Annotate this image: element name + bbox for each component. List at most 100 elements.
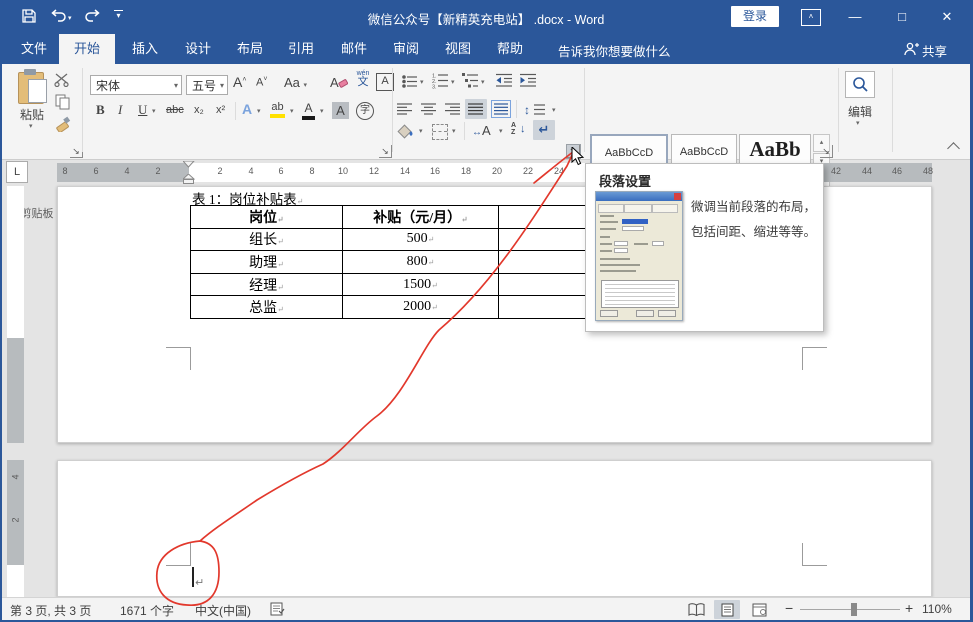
vertical-ruler-page2-text[interactable]: [7, 565, 24, 597]
svg-text:A: A: [330, 75, 339, 90]
numbering-dropdown-icon[interactable]: ▾: [451, 78, 455, 86]
title-bar: ▾ ▾ 微信公众号【新精英充电站】 .docx - Word 登录 ˄ — □ …: [2, 0, 970, 34]
underline-dropdown-icon[interactable]: ▾: [152, 107, 156, 115]
line-spacing-dropdown-icon[interactable]: ▾: [552, 106, 556, 114]
ribbon-tab-row: 文件 开始 插入 设计 布局 引用 邮件 审阅 视图 帮助 告诉我你想要做什么 …: [2, 34, 970, 64]
print-layout-icon-active[interactable]: [714, 600, 740, 619]
sort-icon[interactable]: A Z ↓: [511, 122, 527, 136]
justify-button-active[interactable]: [465, 99, 487, 119]
numbering-icon[interactable]: 1.2.3.: [432, 72, 449, 89]
tab-file[interactable]: 文件: [12, 34, 56, 64]
vertical-ruler-text-area[interactable]: [7, 186, 24, 338]
editing-group-button[interactable]: 编辑: [842, 103, 878, 120]
tab-home[interactable]: 开始: [59, 34, 115, 64]
line-spacing-icon[interactable]: ↕: [524, 101, 546, 119]
font-color-button[interactable]: A: [302, 101, 315, 120]
editing-dropdown-icon[interactable]: ▾: [856, 119, 860, 127]
strikethrough-button[interactable]: abc: [166, 104, 184, 116]
find-button[interactable]: [845, 71, 875, 98]
zoom-level[interactable]: 110%: [922, 602, 952, 616]
multilevel-list-icon[interactable]: [462, 72, 479, 89]
collapse-ribbon-icon[interactable]: [947, 142, 960, 155]
text-effects-button[interactable]: A: [242, 101, 252, 117]
page-indicator[interactable]: 第 3 页, 共 3 页: [10, 602, 91, 619]
increase-indent-icon[interactable]: [520, 73, 537, 88]
paste-button[interactable]: 粘贴 ▾: [16, 70, 52, 130]
highlight-dropdown-icon[interactable]: ▾: [290, 107, 294, 115]
superscript-button[interactable]: x²: [216, 104, 225, 116]
tab-layout[interactable]: 布局: [226, 34, 274, 64]
character-shading-button[interactable]: A: [332, 102, 349, 119]
borders-dropdown-icon[interactable]: ▾: [452, 127, 456, 135]
change-case-button[interactable]: Aa ▾: [284, 75, 307, 90]
phonetic-guide-button[interactable]: wén 文: [354, 70, 372, 88]
align-right-icon[interactable]: [445, 103, 461, 115]
highlight-button[interactable]: ab: [270, 101, 285, 118]
zoom-out-button[interactable]: −: [785, 600, 793, 616]
bullets-icon[interactable]: [402, 75, 418, 88]
bold-button[interactable]: B: [96, 102, 105, 118]
clear-formatting-icon[interactable]: A: [330, 74, 348, 90]
bullets-dropdown-icon[interactable]: ▾: [420, 78, 424, 86]
copy-icon[interactable]: [55, 94, 71, 110]
share-button[interactable]: 共享: [922, 41, 947, 60]
page-2[interactable]: [57, 460, 932, 597]
text-effects-dropdown-icon[interactable]: ▾: [257, 107, 261, 115]
multilevel-dropdown-icon[interactable]: ▾: [481, 78, 485, 86]
italic-button[interactable]: I: [118, 102, 122, 118]
first-line-indent-marker[interactable]: [183, 161, 195, 168]
web-layout-icon[interactable]: [746, 600, 772, 619]
align-left-icon[interactable]: [397, 103, 413, 115]
zoom-slider-thumb[interactable]: [851, 603, 857, 616]
sign-in-button[interactable]: 登录: [731, 6, 779, 27]
character-scaling-dropdown-icon[interactable]: ▾: [499, 127, 503, 135]
tab-help[interactable]: 帮助: [486, 34, 534, 64]
character-scaling-icon[interactable]: ↔A: [472, 123, 491, 138]
paragraph-dialog-preview: [595, 191, 683, 321]
paragraph-dialog-launcher-icon[interactable]: ↘: [567, 145, 580, 158]
read-mode-icon[interactable]: [683, 600, 709, 619]
word-count[interactable]: 1671 个字: [120, 602, 174, 619]
align-center-icon[interactable]: [421, 103, 437, 115]
font-color-dropdown-icon[interactable]: ▾: [320, 107, 324, 115]
tab-mailings[interactable]: 邮件: [330, 34, 378, 64]
minimize-button[interactable]: —: [840, 8, 870, 26]
hanging-indent-marker[interactable]: [183, 174, 195, 184]
tooltip-description: 微调当前段落的布局， 包括间距、缩进等等。: [691, 195, 816, 245]
page1-bottomright-boundary-mark: [802, 347, 827, 370]
tell-me-box[interactable]: 告诉我你想要做什么: [558, 41, 671, 60]
borders-icon[interactable]: [432, 124, 448, 140]
tab-insert[interactable]: 插入: [120, 34, 170, 64]
font-size-combo[interactable]: 五号▾: [186, 75, 228, 95]
show-hide-marks-button-active[interactable]: ↵: [533, 120, 555, 140]
proofing-icon[interactable]: [270, 602, 285, 616]
language-indicator[interactable]: 中文(中国): [195, 602, 251, 619]
close-button[interactable]: ✕: [932, 8, 962, 26]
vertical-ruler-bottom-margin[interactable]: [7, 338, 24, 443]
zoom-in-button[interactable]: +: [905, 600, 913, 616]
font-name-combo[interactable]: 宋体▾: [90, 75, 182, 95]
zoom-slider-track[interactable]: [800, 609, 900, 610]
styles-dialog-launcher-icon[interactable]: ↘: [820, 145, 833, 158]
shading-bucket-icon[interactable]: [397, 123, 417, 140]
subscript-button[interactable]: x₂: [194, 104, 204, 116]
underline-button[interactable]: U: [138, 102, 147, 118]
tab-references[interactable]: 引用: [278, 34, 324, 64]
tab-design[interactable]: 设计: [174, 34, 222, 64]
tab-view[interactable]: 视图: [434, 34, 482, 64]
distribute-icon[interactable]: [491, 100, 511, 118]
grow-font-button[interactable]: A˄: [233, 74, 246, 90]
format-painter-icon[interactable]: [55, 116, 71, 132]
tab-selector[interactable]: L: [6, 161, 28, 183]
shading-dropdown-icon[interactable]: ▾: [419, 127, 423, 135]
vertical-ruler-top-margin[interactable]: 4 2: [7, 460, 24, 565]
ribbon-display-options-icon[interactable]: ˄: [801, 9, 821, 26]
maximize-button[interactable]: □: [887, 8, 917, 26]
font-dialog-launcher-icon[interactable]: ↘: [379, 145, 392, 158]
decrease-indent-icon[interactable]: [496, 73, 513, 88]
paragraph-mark: ↵: [195, 576, 204, 589]
shrink-font-button[interactable]: A˅: [256, 76, 267, 89]
cut-icon[interactable]: [54, 72, 71, 87]
enclose-characters-button[interactable]: 字: [356, 102, 374, 120]
tab-review[interactable]: 审阅: [382, 34, 430, 64]
